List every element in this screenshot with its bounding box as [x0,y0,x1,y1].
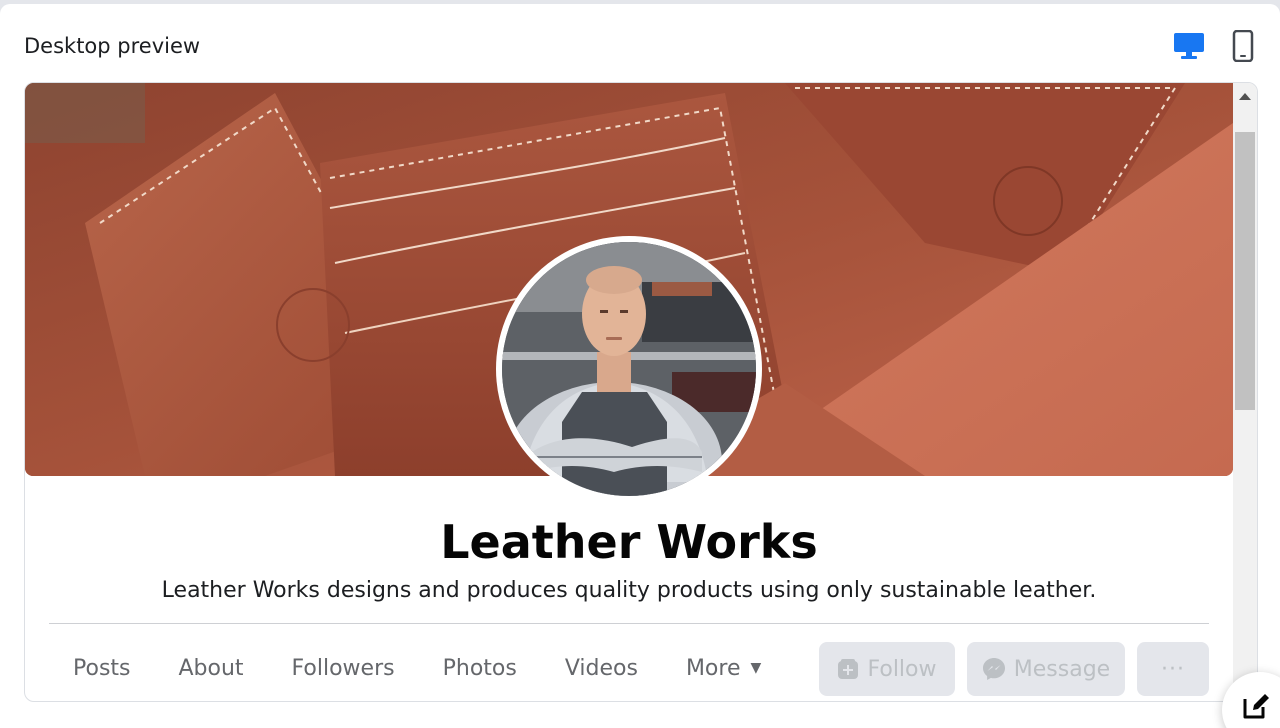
vertical-scrollbar[interactable] [1233,83,1257,701]
more-options-button[interactable]: ··· [1137,642,1209,696]
profile-picture[interactable] [496,236,762,502]
tab-more-label: More [685,655,741,681]
scroll-thumb[interactable] [1235,132,1255,410]
edit-pencil-icon [1243,694,1269,719]
follow-label: Follow [867,656,937,682]
panel-title: Desktop preview [24,34,201,58]
desktop-preview-panel: Desktop preview Leather Works Leather Wo… [0,4,1280,728]
mobile-view-button[interactable] [1225,28,1261,64]
more-options-icon: ··· [1161,656,1185,682]
tab-posts[interactable]: Posts [49,641,155,695]
message-button[interactable]: Message [967,642,1125,696]
tab-followers[interactable]: Followers [268,641,419,695]
tab-photos[interactable]: Photos [419,641,541,695]
page-preview-frame: Leather Works Leather Works designs and … [24,82,1258,702]
messenger-icon [982,658,1005,680]
message-label: Message [1013,656,1111,682]
caret-down-icon: ▼ [750,660,762,676]
desktop-monitor-icon [1174,33,1204,59]
desktop-view-button[interactable] [1171,28,1207,64]
page-description: Leather Works designs and produces quali… [161,578,1097,603]
mobile-phone-icon [1232,30,1254,62]
page-name: Leather Works [440,515,818,569]
page-tabs: Posts About Followers Photos Videos More… [49,641,785,695]
follow-button[interactable]: Follow [819,642,955,696]
scroll-up-arrow-icon[interactable] [1239,93,1251,100]
header-divider [49,623,1209,624]
craftsman-in-apron-portrait [502,242,756,496]
follow-plus-icon [838,659,859,679]
tab-about[interactable]: About [155,641,268,695]
tab-videos[interactable]: Videos [541,641,662,695]
tab-more[interactable]: More ▼ [662,641,785,695]
